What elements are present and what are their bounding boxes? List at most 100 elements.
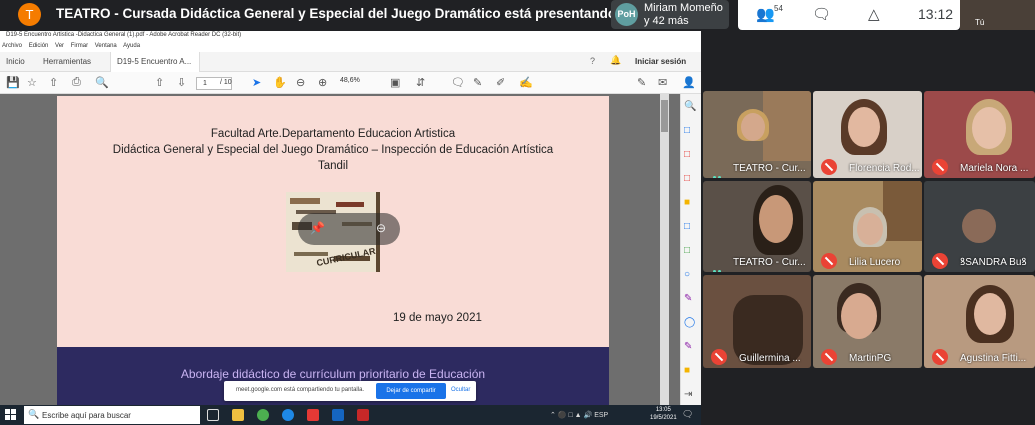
panel-combine-icon[interactable]: □ (684, 221, 690, 232)
zoom-in-icon[interactable]: ⊕ (318, 76, 327, 89)
powerpoint-icon[interactable] (307, 409, 319, 421)
participant-tile[interactable]: MartinPG (813, 275, 922, 368)
task-view-icon[interactable] (207, 409, 219, 421)
chat-icon[interactable]: 🗨 (812, 5, 831, 23)
panel-more-icon[interactable]: ■ (684, 365, 690, 376)
participants-count: 54 (774, 4, 783, 13)
sign-icon[interactable]: ✍ (519, 76, 533, 89)
panel-create-pdf-icon[interactable]: □ (684, 149, 690, 160)
language-indicator[interactable]: ESP (594, 412, 608, 419)
vertical-scrollbar[interactable] (660, 94, 669, 405)
scrollbar-thumb[interactable] (661, 100, 668, 132)
self-view-thumbnail[interactable] (960, 0, 1035, 30)
participant-avatar (962, 209, 996, 243)
pin-icon[interactable]: 📌 (310, 221, 325, 235)
panel-protect-icon[interactable]: ✎ (684, 293, 692, 304)
taskbar-time: 13:05 (655, 407, 671, 413)
add-user-icon[interactable]: 👤 (682, 76, 696, 89)
participant-tile[interactable]: TEATRO - Cur... (703, 181, 811, 272)
panel-collapse-icon[interactable]: ⇥ (684, 389, 692, 400)
muted-mic-icon (821, 349, 837, 365)
action-center-icon[interactable]: 🗨 (682, 409, 693, 420)
fill-sign-icon[interactable]: ✎ (637, 76, 646, 89)
activities-icon[interactable]: △ (868, 5, 880, 23)
tab-document[interactable]: D19-5 Encuentro A... (110, 52, 200, 72)
hand-tool-icon[interactable]: ✋ (273, 76, 287, 89)
acrobat-tab-bar: Inicio Herramientas D19-5 Encuentro A... (0, 52, 701, 72)
scroll-mode-icon[interactable]: ⇵ (416, 76, 425, 89)
slide-line-1: Facultad Arte.Departamento Educacion Art… (210, 128, 456, 140)
participant-tile[interactable]: ꝸSANDRA Buꝸ (924, 181, 1035, 272)
hide-notice-button[interactable]: Ocultar (451, 387, 470, 393)
page-down-icon[interactable]: ⇩ (177, 76, 186, 89)
participant-tile[interactable]: Agustina Fitti... (924, 275, 1035, 368)
notifications-icon[interactable]: 🔔 (610, 55, 621, 66)
menu-edicion[interactable]: Edición (29, 43, 49, 49)
panel-organize-icon[interactable]: □ (684, 245, 690, 256)
participant-name: Florencia Rod... (849, 163, 920, 174)
stop-sharing-button[interactable]: Dejar de compartir (376, 383, 446, 399)
panel-redact-icon[interactable]: ○ (684, 269, 690, 280)
panel-fill-sign-icon[interactable]: ✎ (684, 341, 692, 352)
acrobat-icon[interactable] (357, 409, 369, 421)
self-view-label: Tú (975, 18, 985, 27)
people-icon[interactable]: 👥 (756, 5, 775, 23)
panel-export-icon[interactable]: □ (684, 125, 690, 136)
participant-tile[interactable]: Guillermina ... (703, 275, 811, 368)
panel-shield-icon[interactable]: ◯ (684, 317, 695, 328)
participant-name: ꝸSANDRA Buꝸ (960, 257, 1027, 268)
zoom-search-icon[interactable]: 🔍 (95, 76, 109, 89)
screen-share-message: meet.google.com está compartiendo tu pan… (236, 387, 365, 393)
presenter-avatar: T (18, 3, 41, 26)
fit-page-icon[interactable]: ▣ (390, 76, 400, 89)
comment-icon[interactable]: 🗨 (451, 76, 465, 89)
people-chip-name: Miriam Momeño (644, 2, 723, 14)
select-cursor-icon[interactable]: ➤ (252, 76, 261, 89)
people-avatar: PoH (615, 3, 638, 26)
upload-icon[interactable]: ⇧ (49, 76, 58, 89)
word-icon[interactable] (332, 409, 344, 421)
slide-date: 19 de mayo 2021 (393, 312, 482, 324)
participant-tile[interactable]: Florencia Rod... (813, 91, 922, 178)
zoom-out-icon[interactable]: ⊖ (296, 76, 305, 89)
tab-inicio[interactable]: Inicio (0, 52, 25, 72)
zoom-level-select[interactable]: 48,6% (340, 77, 360, 84)
page-up-icon[interactable]: ⇧ (155, 76, 164, 89)
acrobat-menu-bar: Archivo Edición Ver Firmar Ventana Ayuda (2, 43, 145, 49)
acrobat-window-title: D19-5 Encuentro Artistica -Didactica Gen… (6, 32, 242, 38)
menu-archivo[interactable]: Archivo (2, 43, 22, 49)
taskbar-search-input[interactable]: Escribe aquí para buscar (42, 411, 131, 420)
chrome-icon[interactable] (257, 409, 269, 421)
slide-banner-text: Abordaje didáctico de currículum priorit… (180, 367, 486, 381)
panel-edit-pdf-icon[interactable]: □ (684, 173, 690, 184)
remove-circle-icon[interactable]: ⊖ (376, 221, 386, 235)
edge-icon[interactable] (282, 409, 294, 421)
speaking-indicator-icon (713, 260, 727, 272)
page-total: / 10 (220, 79, 232, 86)
taskbar-clock[interactable]: 13:05 19/5/2021 (650, 406, 677, 422)
draw-icon[interactable]: ✐ (496, 76, 505, 89)
slide-tool-overlay[interactable]: 📌 ⊖ (298, 213, 400, 245)
file-explorer-icon[interactable] (232, 409, 244, 421)
star-icon[interactable]: ☆ (27, 76, 37, 89)
signin-button[interactable]: Iniciar sesión (635, 57, 686, 66)
save-icon[interactable]: 💾 (6, 76, 20, 89)
tab-herramientas[interactable]: Herramientas (37, 52, 91, 72)
menu-ver[interactable]: Ver (55, 43, 64, 49)
participant-name: Mariela Nora ... (960, 163, 1029, 174)
menu-firmar[interactable]: Firmar (71, 43, 88, 49)
print-icon[interactable]: ⎙ (72, 76, 81, 89)
panel-comment-icon[interactable]: ■ (684, 197, 690, 208)
menu-ayuda[interactable]: Ayuda (123, 43, 140, 49)
help-icon[interactable]: ? (590, 56, 595, 66)
menu-ventana[interactable]: Ventana (95, 43, 117, 49)
participant-tile[interactable]: TEATRO - Cur... (703, 91, 811, 178)
windows-start-icon[interactable] (5, 409, 17, 421)
highlight-pen-icon[interactable]: ✎ (473, 76, 482, 89)
panel-zoom-icon[interactable]: 🔍 (684, 101, 696, 112)
participant-tile[interactable]: Mariela Nora ... (924, 91, 1035, 178)
speaking-indicator-icon (713, 166, 727, 178)
participant-tile[interactable]: Lilia Lucero (813, 181, 922, 272)
taskbar-date: 19/5/2021 (650, 415, 677, 421)
mail-icon[interactable]: ✉ (658, 76, 667, 89)
